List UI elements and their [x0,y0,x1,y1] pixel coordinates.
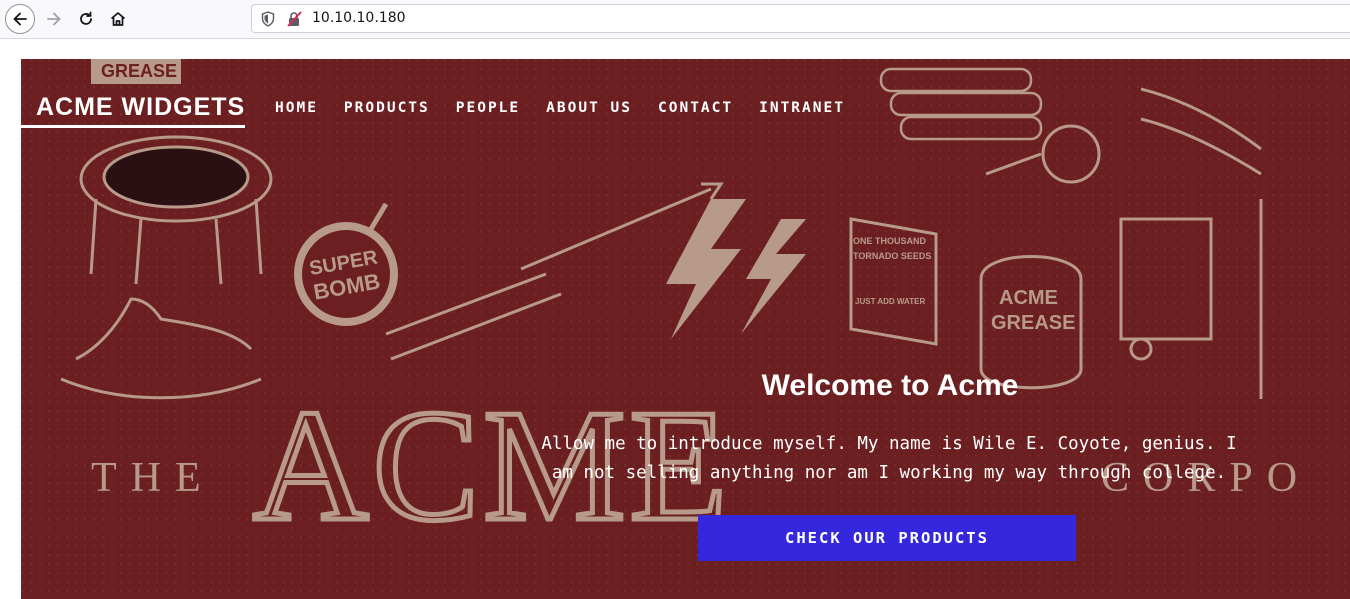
back-arrow-icon [13,12,27,26]
site-logo[interactable]: ACME WIDGETS [36,93,246,128]
home-button[interactable] [103,4,133,34]
insecure-lock-icon[interactable] [287,11,302,27]
nav-about-us[interactable]: ABOUT US [546,100,632,116]
hero-title: Welcome to Acme [761,369,1019,402]
browser-toolbar: 10.10.10.180 [0,0,1350,39]
forward-button[interactable] [39,4,69,34]
forward-arrow-icon [47,12,61,26]
hero-text-line2: am not selling anything nor am I working… [551,463,1227,483]
nav-intranet[interactable]: INTRANET [759,100,845,116]
check-products-button[interactable]: CHECK OUR PRODUCTS [698,515,1076,561]
hero-text-line1: Allow me to introduce myself. My name is… [541,434,1237,454]
shield-icon[interactable] [261,11,275,27]
hero-description: Allow me to introduce myself. My name is… [526,430,1252,488]
home-icon [110,12,126,26]
url-bar[interactable]: 10.10.10.180 [251,4,1350,33]
seed-box-line3: JUST ADD WATER [855,297,925,306]
hero-section: GREASE SUPER BOMB ONE THOUSAND TORNADO S… [21,59,1350,599]
seed-box-line1: ONE THOUSAND [853,236,927,246]
grease-can-line2: GREASE [991,312,1075,334]
crate-label: GREASE [101,61,177,81]
reload-button[interactable] [71,4,101,34]
brand-underline [21,125,36,128]
reload-icon [80,11,92,25]
main-nav: HOME PRODUCTS PEOPLE ABOUT US CONTACT IN… [275,100,871,116]
seed-box-line2: TORNADO SEEDS [853,251,931,261]
nav-contact[interactable]: CONTACT [658,100,733,116]
url-text[interactable]: 10.10.10.180 [312,10,406,26]
back-button[interactable] [5,4,35,34]
wordmark-the: THE [91,455,215,501]
nav-products[interactable]: PRODUCTS [344,100,430,116]
nav-people[interactable]: PEOPLE [456,100,520,116]
page-viewport: GREASE SUPER BOMB ONE THOUSAND TORNADO S… [0,39,1350,599]
nav-home[interactable]: HOME [275,100,318,116]
acme-catalog-illustration: GREASE SUPER BOMB ONE THOUSAND TORNADO S… [60,59,1297,557]
grease-can-line1: ACME [999,287,1058,309]
